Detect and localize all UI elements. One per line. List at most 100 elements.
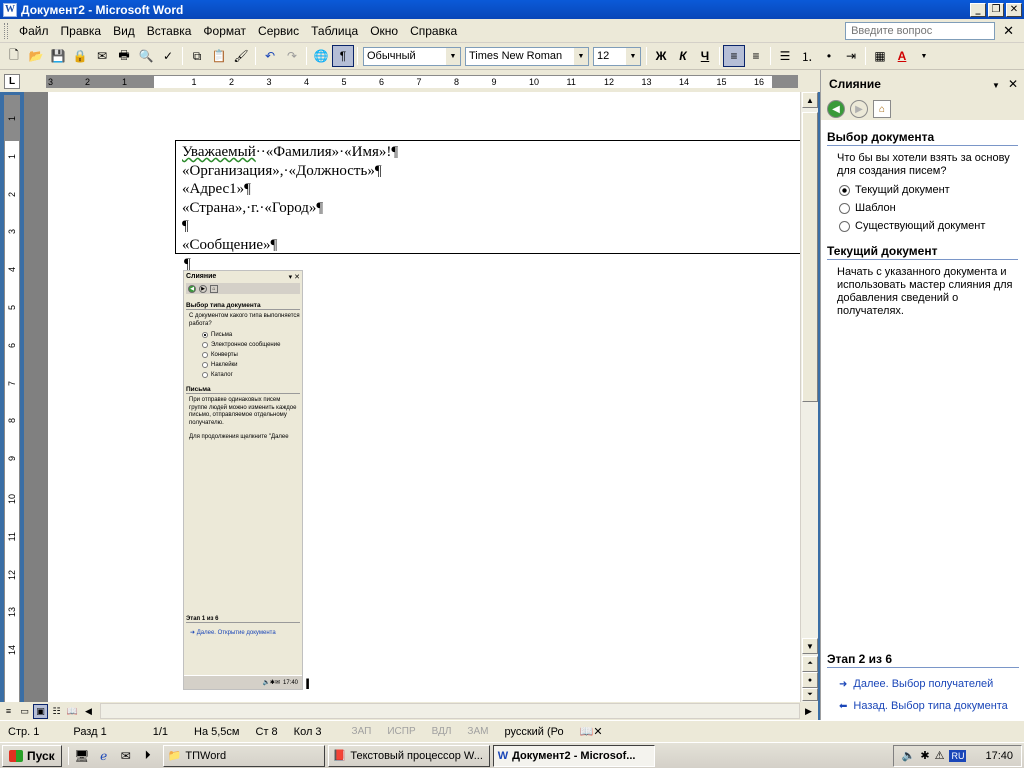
task-book[interactable]: 📕 Текстовый процессор W... (327, 744, 490, 767)
radio-icon[interactable] (839, 220, 850, 232)
web-view-icon[interactable]: ▭ (17, 704, 32, 719)
menu-edit[interactable]: Правка (55, 24, 108, 38)
merge-text-box[interactable]: Уважаемый··«Фамилия»·«Имя»!¶ «Организаци… (175, 140, 800, 254)
document-page[interactable]: Уважаемый··«Фамилия»·«Имя»!¶ «Организаци… (48, 92, 800, 702)
vertical-ruler[interactable]: 1 1 2 3 4 5 6 7 8 9 10 11 12 13 14 (4, 95, 20, 705)
copy-icon[interactable]: ⧉ (186, 45, 208, 67)
document-close-icon[interactable]: ✕ (1003, 23, 1014, 39)
undo-icon[interactable]: ↶ (259, 45, 281, 67)
italic-button[interactable]: К (672, 45, 694, 67)
save-icon[interactable]: 💾 (47, 45, 69, 67)
internet-explorer-icon[interactable]: ℯ (95, 747, 113, 765)
alert-icon[interactable]: ⚠ (935, 749, 945, 762)
spelling-status-icon[interactable]: 📖✕ (572, 725, 611, 738)
menu-help[interactable]: Справка (404, 24, 463, 38)
pane-forward-icon[interactable]: ▶ (850, 100, 868, 118)
pane-back-text[interactable]: Назад. Выбор типа документа (853, 700, 1007, 712)
vertical-scrollbar[interactable]: ▲ ▼ ⏶ ● ⏷ (800, 92, 818, 702)
format-painter-icon[interactable]: 🖌 (230, 45, 252, 67)
print-preview-icon[interactable]: 🔍 (135, 45, 157, 67)
pane-option-template[interactable]: Шаблон (839, 202, 1024, 214)
previous-page-icon[interactable]: ⏶ (802, 656, 818, 672)
pane-back-icon[interactable]: ◀ (827, 100, 845, 118)
chevron-down-icon[interactable]: ▼ (626, 47, 640, 65)
network-icon[interactable]: ✱ (920, 749, 929, 762)
horizontal-scrollbar[interactable] (100, 703, 800, 719)
pane-option-current[interactable]: Текущий документ (839, 184, 1024, 196)
pane-close-icon[interactable]: ✕ (1008, 77, 1018, 91)
doc-line-2[interactable]: «Организация»,·«Должность»¶ (182, 162, 800, 181)
pane-next-text[interactable]: Далее. Выбор получателей (853, 678, 993, 690)
underline-button[interactable]: Ч (694, 45, 716, 67)
chevron-down-icon[interactable]: ▼ (446, 47, 460, 65)
pane-dropdown-icon[interactable]: ▼ (992, 81, 1000, 90)
bullets-icon[interactable]: • (818, 45, 840, 67)
font-size-combo[interactable]: 12 ▼ (593, 46, 641, 66)
doc-line-1[interactable]: Уважаемый··«Фамилия»·«Имя»!¶ (182, 143, 800, 162)
print-layout-icon[interactable]: ▣ (33, 703, 48, 719)
scroll-down-icon[interactable]: ▼ (802, 638, 818, 654)
next-page-icon[interactable]: ⏷ (802, 688, 818, 701)
pane-home-icon[interactable]: ⌂ (873, 100, 891, 118)
status-track[interactable]: ИСПР (379, 726, 423, 737)
numbering-icon[interactable]: ⒈ (796, 45, 818, 67)
spelling-icon[interactable]: ✓ (157, 45, 179, 67)
word-app-icon[interactable]: W (3, 2, 17, 17)
doc-line-6[interactable]: «Сообщение»¶ (182, 236, 800, 255)
restore-button[interactable]: ❐ (988, 2, 1004, 17)
scroll-thumb[interactable] (802, 112, 818, 402)
style-combo[interactable]: Обычный ▼ (363, 46, 461, 66)
pane-next-link[interactable]: ➜ Далее. Выбор получателей (839, 678, 1024, 690)
browse-object-icon[interactable]: ● (802, 672, 818, 688)
tab-selector-button[interactable]: L (4, 74, 20, 89)
permission-icon[interactable]: 🔒 (69, 45, 91, 67)
doc-line-5[interactable]: ¶ (182, 217, 800, 236)
status-rec[interactable]: ЗАП (344, 726, 380, 737)
ask-question-input[interactable] (845, 21, 996, 40)
indent-icon[interactable]: ⇥ (840, 45, 862, 67)
menu-view[interactable]: Вид (107, 24, 141, 38)
media-player-icon[interactable]: ⏵ (139, 747, 157, 765)
font-color-button[interactable]: A (891, 45, 913, 67)
redo-icon[interactable]: ↷ (281, 45, 303, 67)
outline-view-icon[interactable]: ☷ (49, 704, 64, 719)
task-folder[interactable]: 📁 ТПWord (162, 744, 325, 767)
borders-icon[interactable]: ▦ (869, 45, 891, 67)
menu-format[interactable]: Формат (197, 24, 252, 38)
pane-option-existing[interactable]: Существующий документ (839, 220, 1024, 232)
align-left-icon[interactable]: ≡ (723, 45, 745, 67)
menu-file[interactable]: Файл (13, 24, 55, 38)
line-spacing-icon[interactable]: ☰ (774, 45, 796, 67)
doc-line-3[interactable]: «Адрес1»¶ (182, 180, 800, 199)
status-language[interactable]: русский (Ро (496, 726, 571, 738)
show-hide-marks-button[interactable]: ¶ (332, 45, 354, 67)
status-extend[interactable]: ВДЛ (424, 726, 460, 737)
horizontal-ruler[interactable]: 3 2 1 1 2 3 4 5 6 7 8 9 10 11 12 13 14 15 16 (46, 75, 798, 88)
doc-line-4[interactable]: «Страна»,·г.·«Город»¶ (182, 199, 800, 218)
scroll-up-icon[interactable]: ▲ (802, 92, 818, 108)
scroll-left-icon[interactable]: ◀ (81, 704, 96, 719)
close-button[interactable]: ✕ (1006, 2, 1022, 17)
menu-table[interactable]: Таблица (305, 24, 364, 38)
hyperlink-icon[interactable]: 🌐 (310, 45, 332, 67)
pane-back-link[interactable]: ⬅ Назад. Выбор типа документа (839, 700, 1024, 712)
outlook-icon[interactable]: ✉ (117, 747, 135, 765)
show-desktop-icon[interactable]: 🖥 (73, 747, 91, 765)
bold-button[interactable]: Ж (650, 45, 672, 67)
volume-icon[interactable]: 🔈 (902, 749, 916, 762)
paste-icon[interactable]: 📋 (208, 45, 230, 67)
radio-icon[interactable] (839, 202, 850, 214)
task-word[interactable]: W Документ2 - Microsof... (492, 744, 655, 767)
radio-selected-icon[interactable] (839, 184, 850, 196)
menu-window[interactable]: Окно (364, 24, 404, 38)
menu-grip[interactable] (4, 22, 8, 39)
menu-tools[interactable]: Сервис (252, 24, 305, 38)
open-folder-icon[interactable]: 📂 (25, 45, 47, 67)
status-overtype[interactable]: ЗАМ (459, 726, 496, 737)
font-combo[interactable]: Times New Roman ▼ (465, 46, 589, 66)
print-icon[interactable]: 🖶 (113, 45, 135, 67)
menu-insert[interactable]: Вставка (141, 24, 198, 38)
embedded-screenshot[interactable]: Слияние ▾ ✕ ◀ ▶ ⌂ Выбор типа документа С … (183, 270, 303, 690)
minimize-button[interactable]: _ (970, 2, 986, 17)
chevron-down-icon[interactable]: ▼ (913, 45, 935, 67)
